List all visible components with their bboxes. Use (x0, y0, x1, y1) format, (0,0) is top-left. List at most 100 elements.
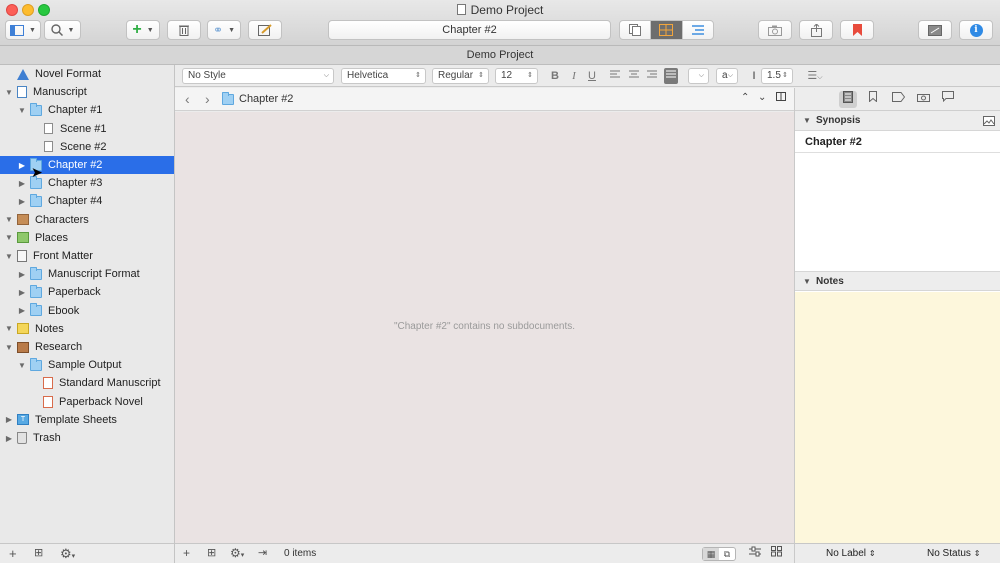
split-editor-button[interactable] (776, 92, 786, 104)
disclosure-down-icon[interactable]: ▼ (17, 361, 27, 370)
paragraph-style-select[interactable]: No Style ⌵ (182, 68, 334, 84)
binder-item-manuscript[interactable]: ▼ Manuscript (0, 83, 174, 101)
binder-item-paperback-novel[interactable]: Paperback Novel (0, 393, 174, 411)
go-to-button[interactable]: ⇥ (258, 546, 267, 559)
forward-button[interactable]: › (205, 91, 210, 107)
notes-header[interactable]: ▼ Notes (795, 271, 1000, 291)
disclosure-right-icon[interactable]: ▶ (17, 270, 27, 279)
editor-breadcrumb[interactable]: Chapter #2 (222, 91, 293, 105)
binder-item-notes[interactable]: ▼ Notes (0, 320, 174, 338)
disclosure-down-icon[interactable]: ▼ (4, 215, 14, 224)
status-select[interactable]: No Status ⇕ (927, 548, 980, 559)
tab-comments[interactable] (939, 91, 957, 108)
link-button[interactable]: ⚭ ▼ (207, 20, 241, 40)
binder-item-standard-manuscript[interactable]: Standard Manuscript (0, 374, 174, 392)
corkboard-settings-button[interactable]: ⚙▾ (230, 546, 244, 560)
disclosure-right-icon[interactable]: ▶ (17, 197, 27, 206)
disclosure-down-icon[interactable]: ▼ (4, 88, 14, 97)
disclosure-right-icon[interactable]: ▶ (17, 306, 27, 315)
binder-settings-button[interactable]: ⚙▾ (60, 546, 75, 562)
italic-button[interactable]: I (567, 68, 581, 84)
align-right-button[interactable] (645, 68, 659, 84)
binder-item-sample-output[interactable]: ▼ Sample Output (0, 356, 174, 374)
justify-button[interactable] (664, 68, 678, 84)
disclosure-right-icon[interactable]: ▶ (17, 179, 27, 188)
add-document-button[interactable]: + ▼ (126, 20, 160, 40)
binder-item-chapter-2[interactable]: ▶ Chapter #2 (0, 156, 174, 174)
font-family-select[interactable]: Helvetica ⇕ (341, 68, 426, 84)
binder-item-trash[interactable]: ▶ Trash (0, 429, 174, 447)
font-size-select[interactable]: 12 ⇕ (495, 68, 538, 84)
group-mode-control[interactable] (619, 20, 714, 40)
corkboard-view-toggle[interactable]: ▦ ⧉ (702, 547, 736, 561)
tab-bookmarks[interactable] (864, 91, 882, 108)
text-color-button[interactable]: ⌵ (688, 68, 709, 84)
disclosure-down-icon[interactable]: ▼ (4, 252, 14, 261)
binder-item-chapter-1[interactable]: ▼ Chapter #1 (0, 101, 174, 119)
binder-item-characters[interactable]: ▼ Characters (0, 211, 174, 229)
add-folder-card-button[interactable]: ⊞ (207, 546, 216, 559)
disclosure-down-icon[interactable]: ▼ (4, 343, 14, 352)
binder-item-ebook[interactable]: ▶ Ebook (0, 302, 174, 320)
corkboard-options-button[interactable] (749, 546, 761, 560)
binder-item-chapter-3[interactable]: ▶ Chapter #3 (0, 174, 174, 192)
binder-item-front-matter[interactable]: ▼ Front Matter (0, 247, 174, 265)
tab-notes[interactable] (839, 91, 857, 108)
corkboard-mode-button[interactable] (651, 21, 683, 39)
binder-item-places[interactable]: ▼ Places (0, 229, 174, 247)
tab-snapshots[interactable] (914, 91, 932, 108)
inspector-toggle-button[interactable]: i (959, 20, 993, 40)
synopsis-area[interactable]: Chapter #2 (795, 131, 1000, 271)
add-item-button[interactable]: + (9, 546, 17, 561)
view-layout-button[interactable]: ▼ (5, 20, 41, 40)
binder-item-paperback[interactable]: ▶ Paperback (0, 283, 174, 301)
previous-document-button[interactable]: ⌃ (741, 92, 749, 103)
outliner-mode-button[interactable] (683, 21, 713, 39)
list-style-button[interactable]: ☰⌵ (803, 68, 827, 84)
synopsis-header[interactable]: ▼ Synopsis (795, 111, 1000, 131)
synopsis-title[interactable]: Chapter #2 (805, 136, 862, 148)
current-document-box[interactable]: Chapter #2 (328, 20, 611, 40)
search-button[interactable]: ▼ (44, 20, 81, 40)
disclosure-down-icon[interactable]: ▼ (4, 233, 14, 242)
quick-reference-button[interactable] (248, 20, 282, 40)
disclosure-right-icon[interactable]: ▶ (4, 415, 14, 424)
snapshot-button[interactable] (758, 20, 792, 40)
bookmark-button[interactable] (840, 20, 874, 40)
back-button[interactable]: ‹ (185, 91, 190, 107)
scrivenings-mode-button[interactable] (620, 21, 652, 39)
disclosure-right-icon[interactable]: ▶ (17, 288, 27, 297)
corkboard-editor[interactable]: "Chapter #2" contains no subdocuments. (175, 112, 794, 543)
disclosure-right-icon[interactable]: ▶ (4, 434, 14, 443)
add-card-button[interactable]: + (183, 546, 190, 560)
disclosure-down-icon[interactable]: ▼ (4, 324, 14, 333)
binder-sidebar[interactable]: Novel Format ▼ Manuscript ▼ Chapter #1 Scene … (0, 65, 175, 543)
composition-mode-button[interactable] (918, 20, 952, 40)
disclosure-down-icon[interactable]: ▼ (17, 106, 27, 115)
label-select[interactable]: No Label ⇕ (826, 548, 876, 559)
binder-item-chapter-4[interactable]: ▶ Chapter #4 (0, 192, 174, 210)
binder-item-novel-format[interactable]: Novel Format (0, 65, 174, 83)
composition-icon (928, 24, 942, 36)
add-folder-button[interactable]: ⊞ (34, 546, 43, 559)
card-size-button[interactable] (771, 546, 783, 560)
notes-text-area[interactable] (795, 292, 1000, 543)
align-center-button[interactable] (627, 68, 641, 84)
disclosure-right-icon[interactable]: ▶ (17, 161, 27, 170)
font-weight-select[interactable]: Regular ⇕ (432, 68, 489, 84)
line-spacing-select[interactable]: 1.5 ⇕ (761, 68, 793, 84)
binder-item-label: Novel Format (35, 68, 102, 80)
bold-button[interactable]: B (548, 68, 562, 84)
compile-share-button[interactable] (799, 20, 833, 40)
binder-item-scene-1[interactable]: Scene #1 (0, 120, 174, 138)
binder-item-scene-2[interactable]: Scene #2 (0, 138, 174, 156)
align-left-button[interactable] (608, 68, 622, 84)
highlight-color-button[interactable]: a ⌵ (716, 68, 738, 84)
underline-button[interactable]: U (585, 68, 599, 84)
delete-button[interactable] (167, 20, 201, 40)
binder-item-template-sheets[interactable]: ▶ T Template Sheets (0, 411, 174, 429)
next-document-button[interactable]: ⌄ (758, 92, 766, 103)
binder-item-research[interactable]: ▼ Research (0, 338, 174, 356)
binder-item-manuscript-format[interactable]: ▶ Manuscript Format (0, 265, 174, 283)
tab-metadata[interactable] (889, 91, 907, 108)
